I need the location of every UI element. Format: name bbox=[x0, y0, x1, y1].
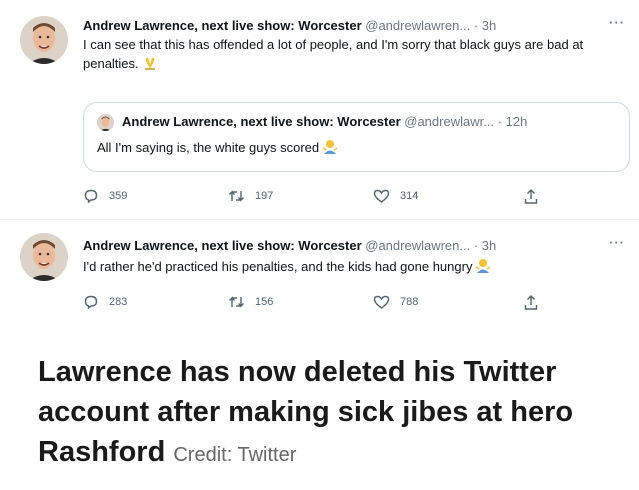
tweet-header: Andrew Lawrence, next live show: Worcest… bbox=[83, 237, 496, 254]
retweet-button[interactable]: 156 bbox=[228, 294, 273, 310]
more-options-button[interactable]: ··· bbox=[609, 15, 625, 30]
display-name[interactable]: Andrew Lawrence, next live show: Worcest… bbox=[83, 238, 362, 253]
caption-credit: Credit: Twitter bbox=[173, 444, 297, 466]
share-button[interactable] bbox=[523, 188, 539, 205]
avatar bbox=[97, 114, 114, 131]
quoted-text: All I'm saying is, the white guys scored bbox=[97, 139, 338, 159]
tweet-header: Andrew Lawrence, next live show: Worcest… bbox=[83, 17, 496, 34]
like-button[interactable]: 314 bbox=[373, 188, 418, 204]
handle-time[interactable]: @andrewlawren... · 3h bbox=[365, 238, 496, 253]
quoted-tweet[interactable]: Andrew Lawrence, next live show: Worcest… bbox=[83, 102, 630, 172]
retweet-button[interactable]: 197 bbox=[228, 188, 273, 204]
tweet-actions: 359 197 314 bbox=[83, 188, 563, 206]
tweet-1[interactable]: Andrew Lawrence, next live show: Worcest… bbox=[0, 0, 639, 218]
folded-hands-emoji-icon bbox=[142, 55, 158, 75]
retweet-icon bbox=[229, 296, 244, 308]
retweet-count: 197 bbox=[255, 190, 274, 202]
share-icon bbox=[524, 295, 538, 310]
reply-count: 283 bbox=[109, 296, 128, 308]
like-count: 314 bbox=[400, 190, 419, 202]
like-button[interactable]: 788 bbox=[373, 294, 418, 310]
avatar[interactable] bbox=[20, 233, 68, 281]
reply-count: 359 bbox=[109, 190, 128, 202]
speech-bubble-icon bbox=[84, 295, 98, 310]
heart-icon bbox=[373, 295, 390, 309]
speech-bubble-icon bbox=[84, 189, 98, 204]
share-icon bbox=[524, 189, 538, 204]
display-name[interactable]: Andrew Lawrence, next live show: Worcest… bbox=[83, 18, 362, 33]
like-count: 788 bbox=[400, 296, 419, 308]
handle-time: @andrewlawr... · 12h bbox=[404, 114, 528, 129]
tweet-text: I'd rather he'd practiced his penalties,… bbox=[83, 257, 628, 278]
tweet-actions: 283 156 788 bbox=[83, 294, 563, 312]
more-options-button[interactable]: ··· bbox=[609, 235, 625, 250]
display-name: Andrew Lawrence, next live show: Worcest… bbox=[122, 114, 401, 129]
person-shrugging-emoji-icon bbox=[475, 258, 491, 278]
share-button[interactable] bbox=[523, 294, 539, 311]
tweet-text: I can see that this has offended a lot o… bbox=[83, 35, 628, 75]
retweet-count: 156 bbox=[255, 296, 274, 308]
avatar[interactable] bbox=[20, 16, 68, 64]
heart-icon bbox=[373, 189, 390, 203]
image-caption: Lawrence has now deleted his Twitter acc… bbox=[38, 352, 618, 475]
tweet-2[interactable]: Andrew Lawrence, next live show: Worcest… bbox=[0, 220, 639, 325]
quoted-header: Andrew Lawrence, next live show: Worcest… bbox=[122, 113, 527, 130]
reply-button[interactable]: 283 bbox=[83, 294, 127, 310]
retweet-icon bbox=[229, 190, 244, 202]
reply-button[interactable]: 359 bbox=[83, 188, 127, 204]
person-shrugging-emoji-icon bbox=[322, 139, 338, 159]
handle-time[interactable]: @andrewlawren... · 3h bbox=[365, 18, 496, 33]
caption-headline: Lawrence has now deleted his Twitter acc… bbox=[38, 356, 574, 468]
